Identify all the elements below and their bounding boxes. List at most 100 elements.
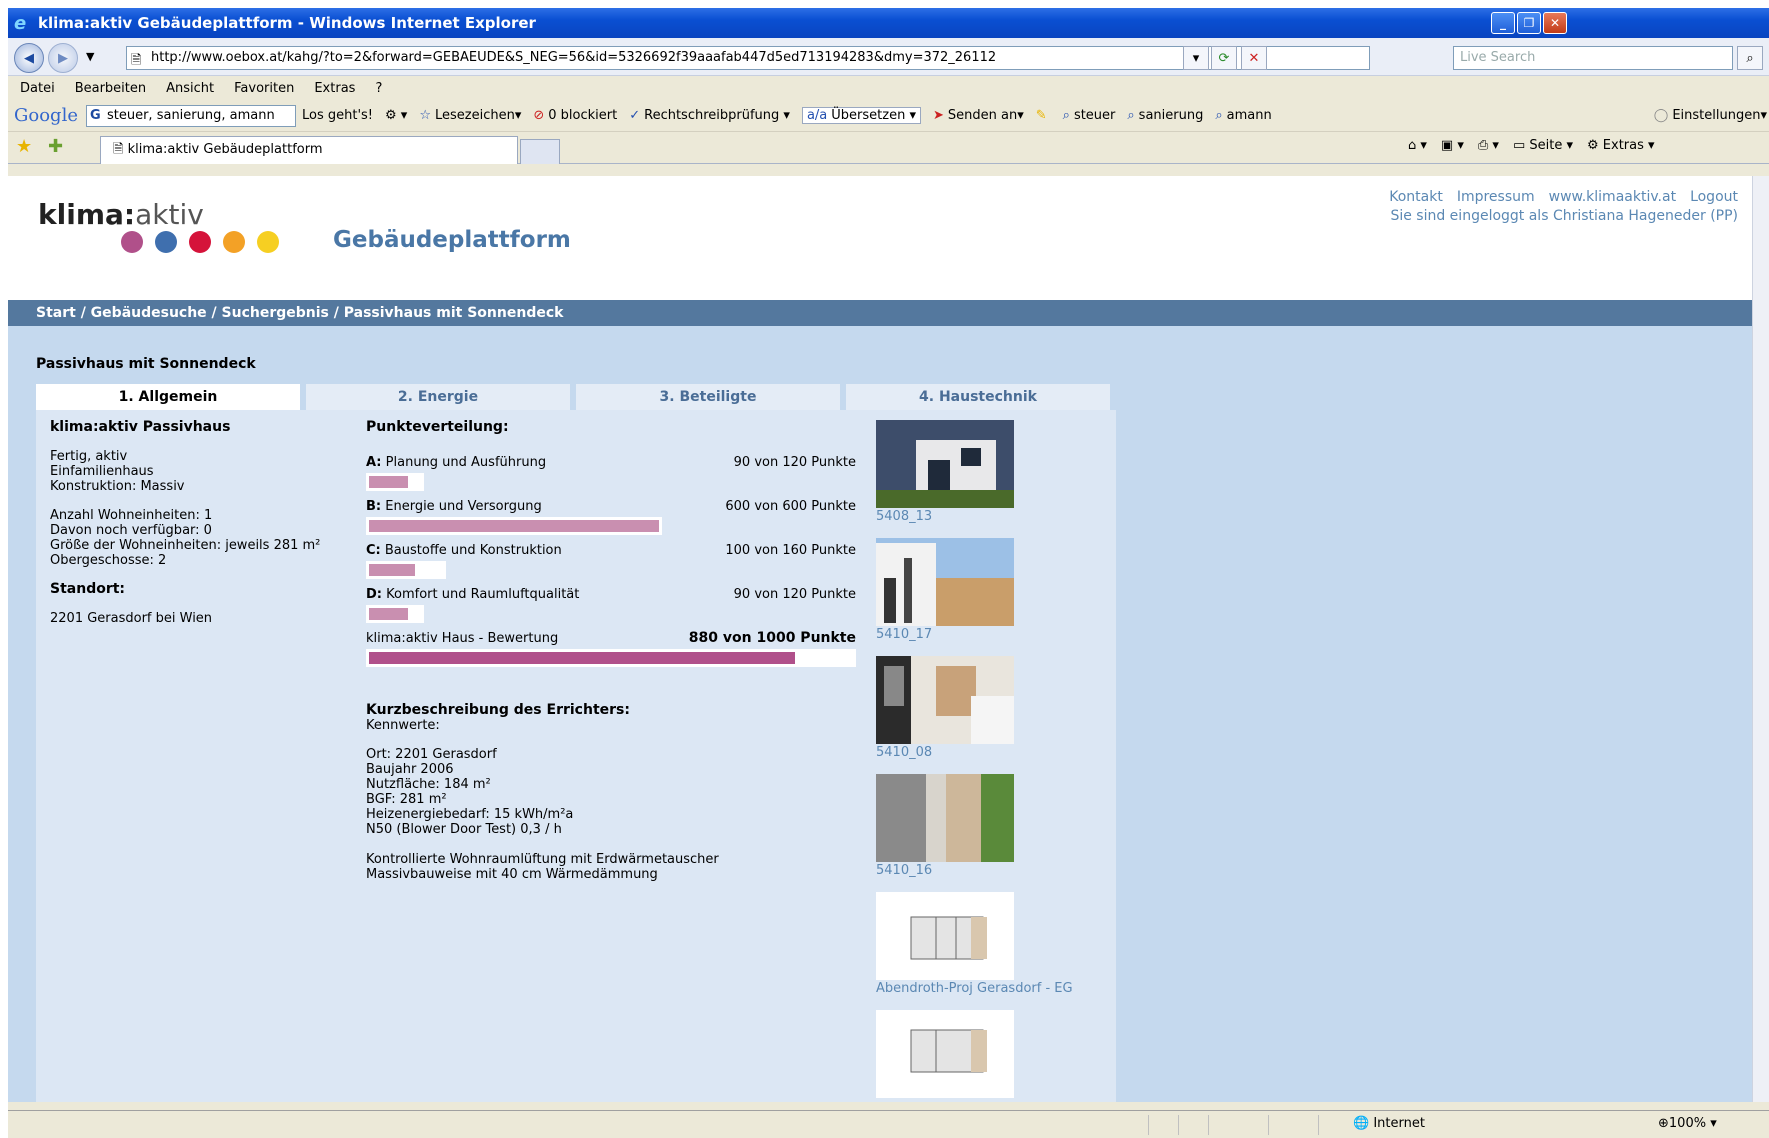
points-row-d: D: Komfort und Raumluftqualität 90 von 1…: [366, 567, 856, 623]
floorplan-og[interactable]: [876, 1010, 1014, 1098]
link-impressum[interactable]: Impressum: [1457, 189, 1535, 205]
tab-haustechnik[interactable]: 4. Haustechnik: [846, 384, 1110, 410]
tab-allgemein[interactable]: 1. Allgemein: [36, 384, 300, 410]
forward-button[interactable]: ▶: [48, 43, 78, 73]
points-label: A: Planung und Ausführung: [366, 455, 546, 470]
tab-energie[interactable]: 2. Energie: [306, 384, 570, 410]
highlighter-icon: ✎: [1035, 108, 1047, 123]
points-value: 90 von 120 Punkte: [733, 587, 856, 602]
print-icon[interactable]: ⎙ ▾: [1478, 138, 1499, 153]
favorites-star-icon[interactable]: ★: [16, 136, 32, 157]
term-search-icon: ⌕: [1062, 108, 1070, 123]
menu-help[interactable]: ?: [375, 81, 382, 96]
search-icon[interactable]: ⌕: [1737, 46, 1763, 70]
points-letter: B:: [366, 499, 382, 514]
info-line: Größe der Wohneinheiten: jeweils 281 m²: [50, 538, 321, 553]
photo-5410-17[interactable]: [876, 538, 1014, 626]
tab-favicon: 🗎: [113, 142, 128, 157]
photo-caption[interactable]: 5410_08: [876, 745, 1106, 760]
google-search-input[interactable]: Gsteuer, sanierung, amann: [85, 104, 296, 127]
add-favorite-icon[interactable]: ✚: [48, 136, 63, 157]
menu-bearbeiten[interactable]: Bearbeiten: [75, 81, 146, 96]
points-row-a: A: Planung und Ausführung 90 von 120 Pun…: [366, 435, 856, 491]
description-sub: Kennwerte:: [366, 718, 440, 733]
spell-label: Rechtschreibprüfung: [644, 108, 780, 123]
search-term-steuer[interactable]: ⌕ steuer: [1063, 108, 1116, 123]
info-line: Fertig, aktiv: [50, 449, 128, 464]
spellcheck-button[interactable]: ✓ Rechtschreibprüfung ▾: [629, 108, 790, 123]
menu-datei[interactable]: Datei: [20, 81, 55, 96]
search-term-sanierung[interactable]: ⌕ sanierung: [1127, 108, 1203, 123]
zoom-control[interactable]: ⊕100% ▾: [1658, 1116, 1717, 1131]
photo-5410-16[interactable]: [876, 774, 1014, 862]
points-label: C: Baustoffe und Konstruktion: [366, 543, 562, 558]
refresh-icon[interactable]: ⟳: [1211, 46, 1237, 70]
tab-beteiligte[interactable]: 3. Beteiligte: [576, 384, 840, 410]
blocked-label: 0 blockiert: [548, 108, 618, 123]
description-line: Nutzfläche: 184 m²: [366, 777, 491, 792]
stop-icon[interactable]: ✕: [1241, 46, 1267, 70]
menu-ansicht[interactable]: Ansicht: [166, 81, 214, 96]
klimaaktiv-logo[interactable]: klima:aktiv: [38, 198, 204, 231]
description-line: Baujahr 2006: [366, 762, 454, 777]
address-dropdown-icon[interactable]: ▾: [1183, 46, 1209, 70]
history-dropdown-icon[interactable]: ▼: [86, 50, 94, 63]
photo-caption[interactable]: 5410_16: [876, 863, 1106, 878]
logo-dot-5: [257, 231, 279, 253]
photo-caption[interactable]: 5410_17: [876, 627, 1106, 642]
photo-caption[interactable]: Abendroth-Proj Gerasdorf - EG: [876, 981, 1106, 996]
link-kontakt[interactable]: Kontakt: [1389, 189, 1443, 205]
back-button[interactable]: ◀: [14, 43, 44, 73]
toolbar-extra-icons[interactable]: ⚙ ▾: [385, 108, 407, 123]
menu-extras[interactable]: Extras: [314, 81, 355, 96]
window-title: klima:aktiv Gebäudeplattform - Windows I…: [38, 14, 536, 32]
term-search-icon: ⌕: [1215, 108, 1223, 123]
logo-thin: aktiv: [135, 198, 204, 231]
status-divider: [1208, 1115, 1209, 1135]
page-title: Passivhaus mit Sonnendeck: [36, 356, 256, 372]
vertical-scrollbar[interactable]: [1752, 176, 1769, 1102]
photo-5408-13[interactable]: [876, 420, 1014, 508]
status-divider: [1268, 1115, 1269, 1135]
page-content: klima:aktiv Gebäudeplattform Kontakt Impr…: [8, 176, 1760, 1102]
maximize-button[interactable]: ❐: [1517, 12, 1541, 34]
search-term-amann[interactable]: ⌕ amann: [1215, 108, 1271, 123]
image-column: 5408_13 5410_17 5410_08 5410_16 Abendrot…: [876, 420, 1106, 1098]
google-search-value: steuer, sanierung, amann: [106, 107, 275, 123]
photo-5410-08[interactable]: [876, 656, 1014, 744]
google-go-button[interactable]: Los geht's!: [302, 108, 373, 123]
popup-blocker-button[interactable]: ⊘ 0 blockiert: [533, 108, 617, 123]
bookmarks-button[interactable]: ☆ Lesezeichen ▾: [419, 108, 521, 123]
minimize-button[interactable]: _: [1491, 12, 1515, 34]
photo-caption[interactable]: 5408_13: [876, 509, 1106, 524]
extras-menu[interactable]: ⚙ Extras ▾: [1587, 138, 1655, 153]
total-bar: [366, 649, 856, 667]
points-label-text: Planung und Ausführung: [385, 455, 547, 470]
page-menu[interactable]: ▭ Seite ▾: [1513, 138, 1573, 153]
send-to-button[interactable]: ➤ Senden an ▾: [933, 108, 1024, 123]
close-button[interactable]: ✕: [1543, 12, 1567, 34]
home-icon[interactable]: ⌂ ▾: [1408, 138, 1427, 153]
browser-tab-active[interactable]: 🗎 klima:aktiv Gebäudeplattform: [100, 136, 518, 164]
top-links: Kontakt Impressum www.klimaaktiv.at Logout …: [1375, 188, 1738, 226]
bookmarks-label: Lesezeichen: [434, 108, 515, 123]
live-search-input[interactable]: Live Search: [1453, 46, 1733, 70]
content-tabs: 1. Allgemein 2. Energie 3. Beteiligte 4.…: [36, 384, 1110, 410]
link-logout[interactable]: Logout: [1690, 189, 1738, 205]
highlight-button[interactable]: ✎: [1036, 108, 1051, 123]
settings-button[interactable]: ◯ Einstellungen ▾: [1654, 108, 1767, 123]
points-label-text: Komfort und Raumluftqualität: [386, 587, 580, 602]
link-klimaaktiv[interactable]: www.klimaaktiv.at: [1549, 189, 1676, 205]
main-area: Passivhaus mit Sonnendeck 1. Allgemein 2…: [8, 326, 1760, 1102]
translate-icon: a/a: [806, 108, 828, 123]
general-column: klima:aktiv Passivhaus Fertig, aktiv Ein…: [50, 420, 350, 627]
translate-button[interactable]: a/a Übersetzen ▾: [801, 107, 921, 124]
location-value: 2201 Gerasdorf bei Wien: [50, 611, 213, 626]
floorplan-eg[interactable]: [876, 892, 1014, 980]
address-row: ◀ ▶ ▼ 🗎 http://www.oebox.at/kahg/?to=2&f…: [8, 38, 1769, 76]
feeds-icon[interactable]: ▣ ▾: [1441, 138, 1464, 153]
new-tab-button[interactable]: [520, 139, 560, 164]
menu-favoriten[interactable]: Favoriten: [234, 81, 294, 96]
zone-indicator[interactable]: 🌐 Internet: [1353, 1116, 1425, 1131]
breadcrumb[interactable]: Start / Gebäudesuche / Suchergebnis / Pa…: [8, 300, 1760, 326]
